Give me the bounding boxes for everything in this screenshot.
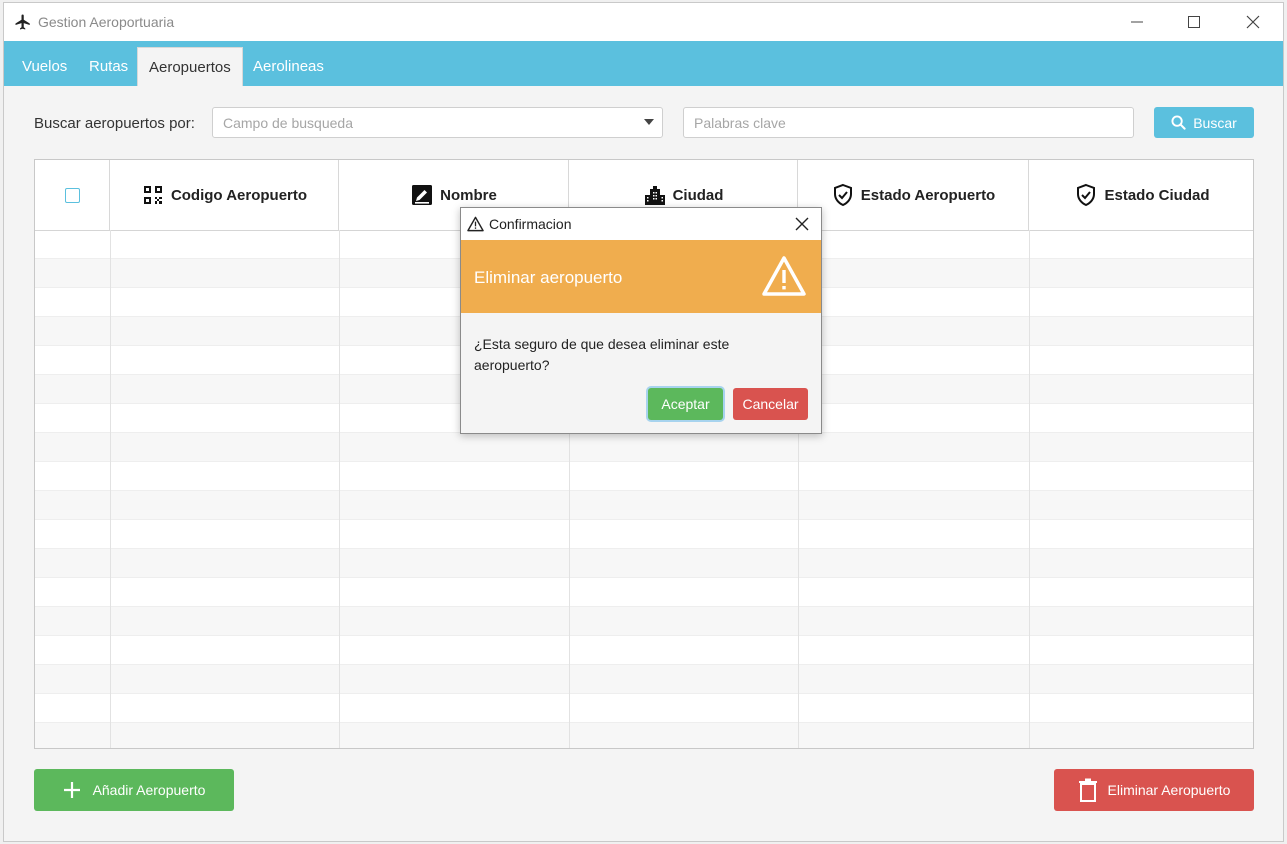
- add-airport-label: Añadir Aeropuerto: [92, 782, 206, 798]
- dialog-header: Eliminar aeropuerto: [461, 240, 821, 313]
- tab-bar: Vuelos Rutas Aeropuertos Aerolineas: [4, 41, 1283, 86]
- shield-check-icon: [833, 183, 852, 207]
- chevron-down-icon: [644, 119, 654, 125]
- shield-check-icon: [1077, 183, 1096, 207]
- accept-button[interactable]: Aceptar: [648, 388, 723, 420]
- table-row[interactable]: [35, 433, 1253, 462]
- trash-icon: [1078, 778, 1097, 802]
- table-row[interactable]: [35, 694, 1253, 723]
- table-row[interactable]: [35, 578, 1253, 607]
- cancel-button[interactable]: Cancelar: [733, 388, 808, 420]
- warning-icon: [467, 216, 484, 232]
- add-airport-button[interactable]: Añadir Aeropuerto: [34, 769, 234, 811]
- airplane-icon: [15, 14, 30, 30]
- search-button[interactable]: Buscar: [1154, 107, 1254, 138]
- delete-airport-label: Eliminar Aeropuerto: [1107, 782, 1231, 798]
- column-label-estado-aeropuerto: Estado Aeropuerto: [860, 186, 996, 204]
- search-field-select[interactable]: Campo de busqueda: [212, 107, 663, 138]
- table-row[interactable]: [35, 462, 1253, 491]
- confirmation-dialog: Confirmacion Eliminar aeropuerto ¿Esta s…: [460, 207, 822, 434]
- column-label-nombre: Nombre: [440, 186, 497, 204]
- table-row[interactable]: [35, 665, 1253, 694]
- city-icon: [644, 186, 665, 205]
- maximize-icon: [1188, 16, 1200, 28]
- maximize-button[interactable]: [1171, 3, 1217, 41]
- select-all-header: [35, 160, 110, 230]
- search-field-placeholder: Campo de busqueda: [223, 115, 353, 131]
- table-row[interactable]: [35, 520, 1253, 549]
- table-row[interactable]: [35, 636, 1253, 665]
- table-row[interactable]: [35, 491, 1253, 520]
- close-icon[interactable]: [795, 217, 809, 231]
- delete-airport-button[interactable]: Eliminar Aeropuerto: [1054, 769, 1254, 811]
- tab-rutas[interactable]: Rutas: [78, 47, 139, 86]
- minimize-button[interactable]: [1114, 3, 1160, 41]
- qr-code-icon: [143, 186, 162, 204]
- tab-vuelos[interactable]: Vuelos: [11, 47, 78, 86]
- column-label-ciudad: Ciudad: [672, 186, 724, 204]
- table-row[interactable]: [35, 723, 1253, 748]
- window-title: Gestion Aeroportuaria: [38, 14, 175, 30]
- search-label: Buscar aeropuertos por:: [34, 115, 195, 132]
- close-button[interactable]: [1230, 3, 1276, 41]
- column-divider: [110, 230, 111, 748]
- column-header-estado-ciudad[interactable]: Estado Ciudad: [1029, 160, 1253, 230]
- close-icon: [1246, 15, 1260, 29]
- search-button-label: Buscar: [1193, 114, 1237, 131]
- column-header-estado-aeropuerto[interactable]: Estado Aeropuerto: [798, 160, 1029, 230]
- table-row[interactable]: [35, 607, 1253, 636]
- table-row[interactable]: [35, 549, 1253, 578]
- column-label-estado-ciudad: Estado Ciudad: [1104, 186, 1210, 204]
- edit-icon: [412, 185, 433, 205]
- column-divider: [1029, 230, 1030, 748]
- tab-aeropuertos[interactable]: Aeropuertos: [137, 47, 243, 86]
- dialog-header-text: Eliminar aeropuerto: [474, 268, 623, 287]
- dialog-title-bar: Confirmacion: [461, 208, 821, 240]
- search-icon: [1171, 115, 1186, 130]
- minimize-icon: [1131, 21, 1143, 23]
- select-all-checkbox[interactable]: [64, 187, 80, 203]
- dialog-title: Confirmacion: [489, 216, 572, 232]
- plus-icon: [63, 782, 80, 798]
- warning-icon: [762, 256, 806, 296]
- column-label-codigo: Codigo Aeropuerto: [170, 186, 308, 204]
- column-header-codigo[interactable]: Codigo Aeropuerto: [110, 160, 339, 230]
- title-bar: Gestion Aeroportuaria: [4, 3, 1283, 41]
- tab-aerolineas[interactable]: Aerolineas: [242, 47, 335, 86]
- main-window: Gestion Aeroportuaria Vuelos Rutas Aerop…: [3, 2, 1284, 842]
- column-divider: [339, 230, 340, 748]
- keywords-input[interactable]: [683, 107, 1134, 138]
- dialog-message: ¿Esta seguro de que desea eliminar este …: [474, 336, 730, 373]
